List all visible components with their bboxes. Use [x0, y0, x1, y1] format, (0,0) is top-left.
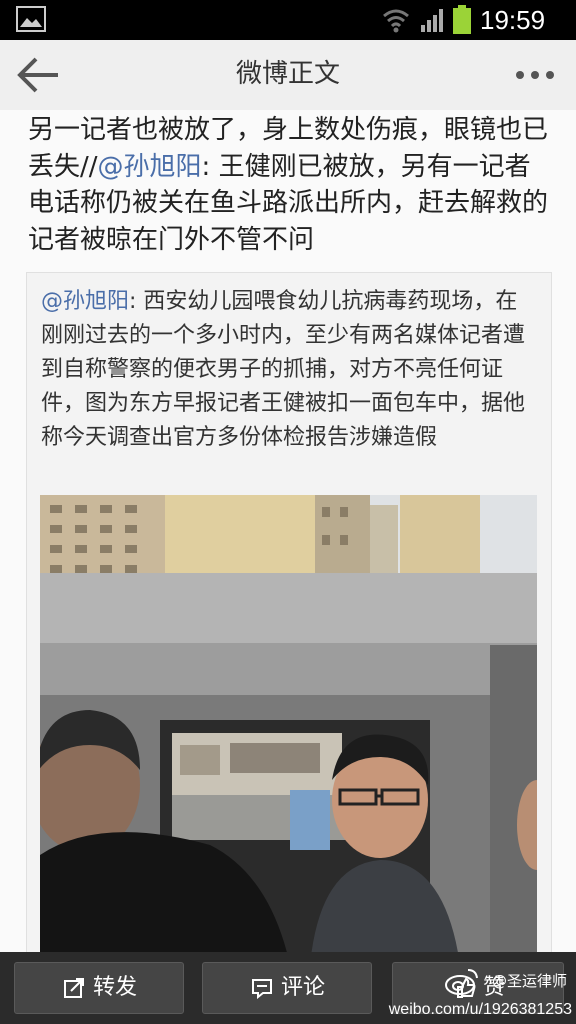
title-bar: 微博正文 [0, 40, 576, 111]
more-dots-icon[interactable] [510, 60, 560, 90]
repost-text: @孙旭阳: 西安幼儿园喂食幼儿抗病毒药现场，在刚刚过去的一个多小时内，至少有两名… [41, 285, 539, 455]
comment-label: 评论 [281, 975, 326, 1000]
comment-button[interactable]: 评论 [202, 962, 372, 1014]
share-icon [64, 978, 84, 998]
repost-card[interactable]: @孙旭阳: 西安幼儿园喂食幼儿抗病毒药现场，在刚刚过去的一个多小时内，至少有两名… [26, 272, 552, 952]
comment-icon [252, 979, 272, 999]
signal-icon [421, 9, 443, 32]
repost-label: 转发 [93, 975, 138, 1000]
battery-icon [453, 5, 471, 34]
status-time: 19:59 [480, 5, 546, 35]
page-title: 微博正文 [235, 59, 340, 89]
repost-button[interactable]: 转发 [14, 962, 184, 1014]
watermark-handle-text: @圣运律师 [492, 972, 568, 990]
watermark-url: weibo.com/u/1926381253 [388, 1001, 572, 1018]
watermark-handle: @圣运律师 [450, 966, 570, 996]
post-text: 另一记者也被放了，身上数处伤痕，眼镜也已丢失//@孙旭阳: 王健刚已被放，另有一… [28, 112, 554, 258]
post-detail: 另一记者也被放了，身上数处伤痕，眼镜也已丢失//@孙旭阳: 王健刚已被放，另有一… [0, 110, 576, 952]
back-arrow-icon[interactable] [12, 55, 64, 95]
repost-author-link[interactable]: @孙旭阳 [41, 289, 129, 314]
mention-link[interactable]: @孙旭阳 [98, 152, 202, 182]
gallery-icon [16, 6, 46, 32]
wifi-icon [383, 9, 409, 33]
repost-photo[interactable] [40, 495, 537, 952]
status-bar: 19:59 [0, 0, 576, 40]
